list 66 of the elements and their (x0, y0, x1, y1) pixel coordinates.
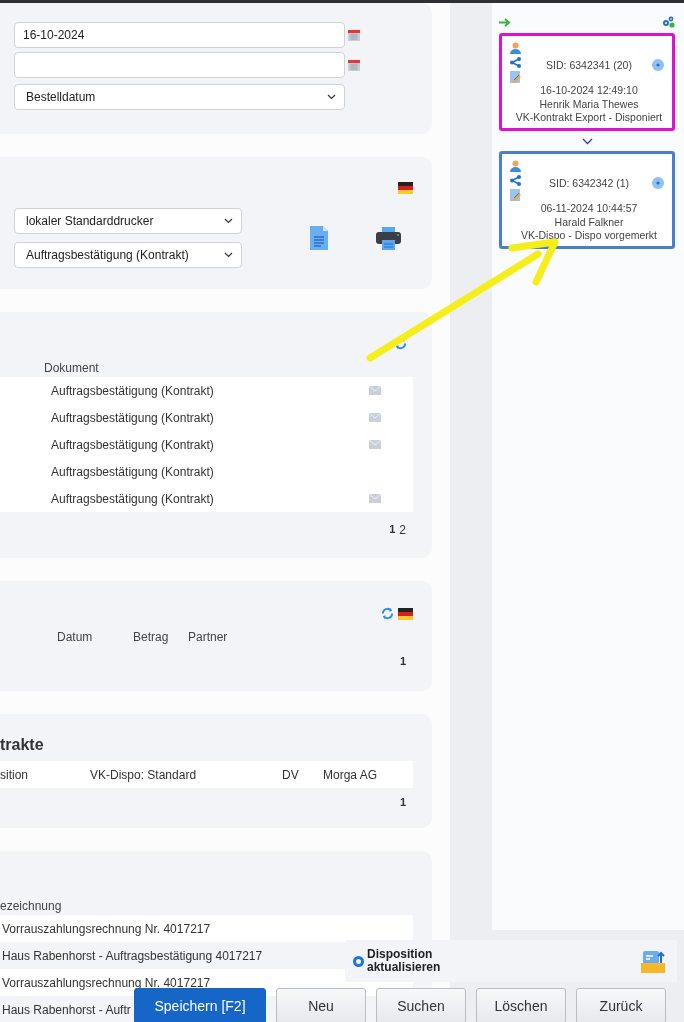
edit-note-icon[interactable] (510, 71, 522, 83)
gears-icon[interactable] (662, 16, 675, 28)
page-link[interactable]: 1 (389, 523, 396, 537)
column-header: Betrag (133, 630, 170, 644)
person-icon (510, 160, 521, 172)
chevron-icon[interactable] (224, 252, 233, 258)
share-icon[interactable] (510, 57, 521, 68)
disc-icon[interactable] (652, 59, 664, 71)
dropdown[interactable]: Auftragsbestätigung (Kontrakt) (14, 242, 242, 268)
flag-icon[interactable] (398, 607, 413, 620)
user-name: Henrik Maria Thewes (539, 97, 639, 111)
sid-label: SID: 6342341 (20) (546, 59, 632, 71)
calendar-icon[interactable] (348, 29, 360, 41)
chevron-icon[interactable] (327, 94, 336, 100)
calendar-icon[interactable] (348, 59, 360, 71)
column-header: ezeichnung (0, 899, 62, 913)
flag-icon[interactable] (398, 182, 413, 194)
action-button[interactable]: Zurück (576, 988, 666, 1022)
save-button[interactable]: Speichern [F2] (134, 988, 266, 1022)
column-header: Dokument (44, 361, 99, 375)
sid-label: SID: 6342342 (1) (549, 177, 629, 189)
table-cell: Vorrauszahlungsrechnung Nr. 4017217 (2, 975, 211, 990)
column-header: Partner (188, 630, 229, 644)
edit-note-icon[interactable] (510, 189, 522, 201)
dropdown[interactable]: lokaler Standarddrucker (14, 208, 242, 234)
refresh-icon[interactable] (381, 607, 394, 620)
action-button[interactable]: Neu (276, 988, 366, 1022)
workflow-card[interactable]: SID: 6342342 (1) 06-11-2024 10:44:57 Harald Falkner VK-Dispo - Dispo vorgemerkt (499, 151, 675, 249)
page-link[interactable]: 2 (399, 523, 406, 537)
table-cell: sition (0, 767, 28, 782)
table-cell: Auftragsbestätigung (Kontrakt) (51, 464, 214, 479)
date-field[interactable]: 16-10-2024 (14, 22, 345, 48)
dropdown[interactable]: Bestelldatum (14, 84, 345, 110)
status-label: VK-Kontrakt Export - Disponiert (515, 111, 663, 125)
share-icon[interactable] (510, 175, 521, 186)
person-icon (510, 42, 521, 54)
section-title: trakte (0, 736, 44, 753)
page-link[interactable]: 1 (399, 796, 406, 808)
radio-option[interactable]: Disposition aktualisieren (353, 948, 457, 974)
inbox-upload-icon[interactable] (641, 949, 665, 973)
action-button[interactable]: Löschen (476, 988, 566, 1022)
printer-icon[interactable] (376, 226, 401, 250)
disc-icon[interactable] (652, 177, 664, 189)
timestamp: 06-11-2024 10:44:57 (540, 202, 638, 216)
column-header: Datum (57, 630, 94, 644)
status-label: VK-Dispo - Dispo vorgemerkt (521, 229, 657, 243)
table-cell: Auftragsbestätigung (Kontrakt) (51, 437, 214, 452)
action-button[interactable]: Suchen (376, 988, 466, 1022)
chevron-icon[interactable] (581, 137, 593, 145)
page-link[interactable]: 1 (399, 655, 406, 667)
timestamp: 16-10-2024 12:49:10 (540, 84, 638, 98)
user-name: Harald Falkner (554, 215, 624, 229)
date-field[interactable] (14, 52, 345, 78)
table-cell: Auftragsbestätigung (Kontrakt) (51, 410, 214, 425)
table-cell: Auftragsbestätigung (Kontrakt) (51, 491, 214, 506)
table-cell: Vorrauszahlungsrechnung Nr. 4017217 (2, 921, 211, 936)
table-cell: Auftragsbestätigung (Kontrakt) (51, 383, 214, 398)
workflow-card[interactable]: SID: 6342341 (20) 16-10-2024 12:49:10 Henrik Maria Thewes VK-Kontrakt Export - Disponiert (499, 33, 675, 131)
arrow-icon[interactable] (499, 17, 511, 27)
document-icon[interactable] (310, 226, 328, 250)
table-cell: Haus Rabenhorst - Auftr (2, 1002, 131, 1017)
table-cell: VK-Dispo: Standard (90, 767, 197, 782)
table-cell: Morga AG (323, 767, 378, 782)
table-cell: Haus Rabenhorst - Auftragsbestätigung 4017217 (2, 948, 263, 963)
table-cell: DV (282, 767, 299, 782)
chevron-icon[interactable] (224, 218, 233, 224)
